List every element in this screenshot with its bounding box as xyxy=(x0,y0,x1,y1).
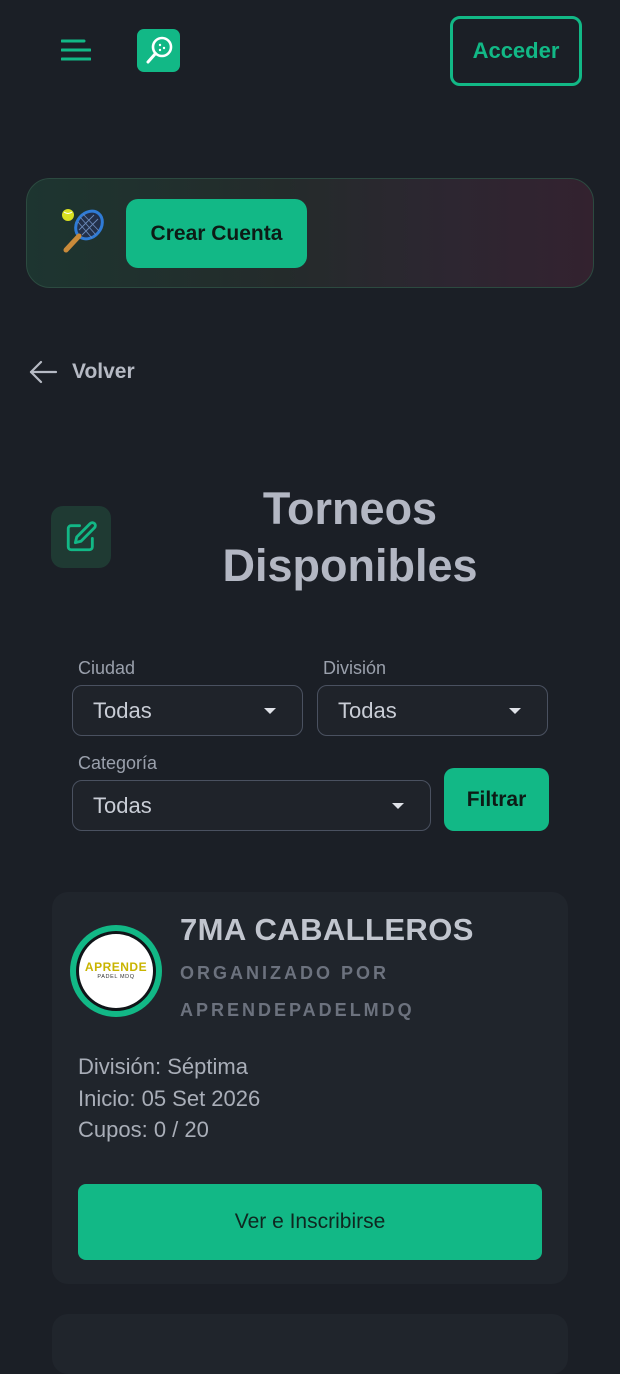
tournament-card-next xyxy=(52,1314,568,1374)
organizer-logo: APRENDE PADEL MDQ xyxy=(79,934,153,1008)
organizer-avatar: APRENDE PADEL MDQ xyxy=(70,925,162,1017)
tournament-start: Inicio: 05 Set 2026 xyxy=(78,1085,261,1111)
caret-down-icon xyxy=(264,707,276,714)
category-select[interactable]: Todas xyxy=(72,780,431,831)
organizer-logo-text: APRENDE xyxy=(84,960,148,974)
city-select-value: Todas xyxy=(93,697,152,723)
back-link[interactable]: Volver xyxy=(28,352,135,392)
division-select[interactable]: Todas xyxy=(317,685,548,736)
login-button[interactable]: Acceder xyxy=(450,16,582,86)
category-select-value: Todas xyxy=(93,792,152,818)
view-and-register-button[interactable]: Ver e Inscribirse xyxy=(78,1184,542,1260)
tournament-division: División: Séptima xyxy=(78,1054,248,1079)
signup-banner xyxy=(26,178,594,288)
padel-racket-logo-icon xyxy=(146,36,172,63)
category-label: Categoría xyxy=(78,753,158,773)
menu-button[interactable] xyxy=(52,28,100,72)
page-title-line1: Torneos xyxy=(262,483,438,534)
edit-tile xyxy=(51,506,111,568)
arrow-left-icon xyxy=(29,360,58,384)
organizer-logo-subtext: PADEL MDQ xyxy=(97,974,135,980)
app-logo[interactable] xyxy=(137,29,180,72)
filter-button[interactable]: Filtrar xyxy=(444,768,549,831)
tournament-spots: Cupos: 0 / 20 xyxy=(78,1117,209,1142)
back-label: Volver xyxy=(72,360,135,383)
caret-down-icon xyxy=(392,802,404,809)
tournament-name: 7MA CABALLEROS xyxy=(180,912,474,947)
caret-down-icon xyxy=(509,707,521,714)
page-title: Torneos Disponibles xyxy=(150,480,550,594)
city-label: Ciudad xyxy=(78,658,136,678)
organizer-line1: ORGANIZADO POR xyxy=(180,963,390,983)
page-title-line2: Disponibles xyxy=(222,540,478,591)
tournament-info: División: Séptima Inicio: 05 Set 2026 Cu… xyxy=(78,1051,260,1146)
tennis-racket-icon xyxy=(58,205,108,255)
create-account-button[interactable]: Crear Cuenta xyxy=(126,199,307,268)
division-select-value: Todas xyxy=(338,697,397,723)
tournament-organizer: ORGANIZADO POR APRENDEPADELMDQ xyxy=(180,955,540,1029)
city-select[interactable]: Todas xyxy=(72,685,303,736)
edit-icon xyxy=(66,521,97,552)
hamburger-icon xyxy=(61,39,91,61)
division-label: División xyxy=(323,658,387,678)
organizer-line2: APRENDEPADELMDQ xyxy=(180,1000,415,1020)
